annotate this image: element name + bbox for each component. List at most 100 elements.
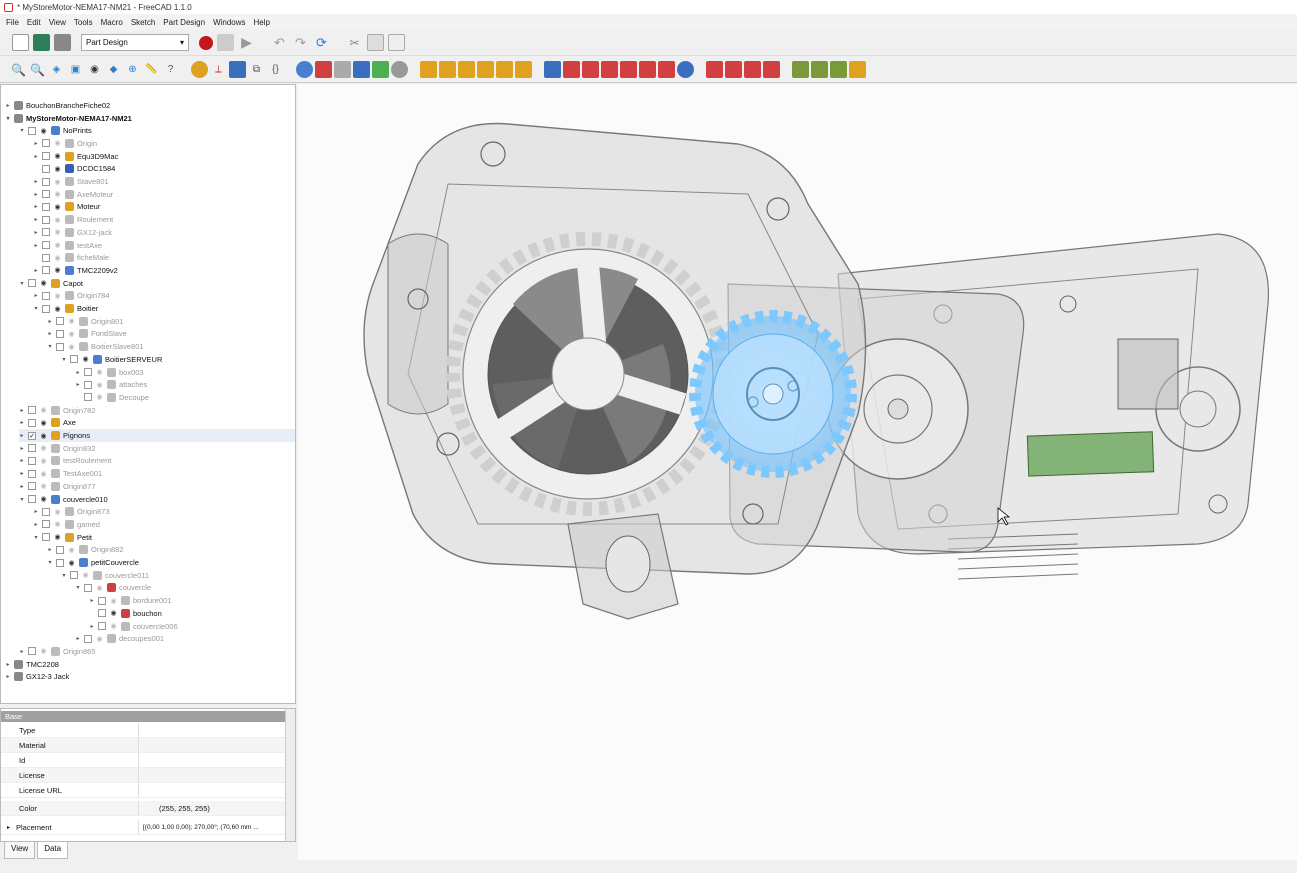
save-document-icon[interactable] [54, 34, 71, 51]
tree-item[interactable]: ▸ ✓ ◉ Pignons [19, 429, 295, 442]
visibility-checkbox[interactable] [42, 533, 50, 542]
expand-arrow-icon[interactable]: ▸ [5, 102, 11, 109]
visibility-checkbox[interactable] [84, 380, 92, 389]
expand-arrow-icon[interactable]: ▸ [19, 457, 25, 464]
expand-arrow-icon[interactable]: ▸ [89, 623, 95, 630]
eye-icon[interactable]: ◉ [53, 139, 62, 147]
chamfer-icon[interactable] [725, 61, 742, 78]
eye-icon[interactable]: ◉ [39, 470, 48, 478]
visibility-checkbox[interactable] [28, 456, 36, 465]
eye-icon[interactable]: ◉ [95, 381, 104, 389]
expand-arrow-icon[interactable]: ▸ [33, 267, 39, 274]
tree-item[interactable]: ▸ ◉ decoupes001 [75, 632, 164, 645]
tree-item[interactable]: ◉ bouchon [89, 607, 162, 620]
eye-icon[interactable]: ◉ [53, 533, 62, 541]
visibility-checkbox[interactable] [28, 126, 36, 135]
expand-arrow-icon[interactable]: ▸ [33, 508, 39, 515]
eye-icon[interactable]: ◉ [39, 444, 48, 452]
eye-icon[interactable]: ◉ [39, 406, 48, 414]
body-icon[interactable]: {} [267, 61, 284, 78]
workbench-selector[interactable]: Part Design ▾ [81, 34, 189, 51]
expand-arrow-icon[interactable]: ▸ [33, 292, 39, 299]
collapse-arrow-icon[interactable]: ▾ [61, 356, 67, 363]
menu-help[interactable]: Help [254, 18, 270, 27]
subtractive-pipe-icon[interactable] [620, 61, 637, 78]
eye-icon[interactable]: ◉ [53, 305, 62, 313]
measure-icon[interactable]: 📏 [143, 61, 160, 78]
expand-arrow-icon[interactable]: ▸ [33, 191, 39, 198]
eye-icon[interactable]: ◉ [39, 647, 48, 655]
visibility-checkbox[interactable] [28, 495, 36, 504]
create-sketch-icon[interactable] [315, 61, 332, 78]
property-row[interactable]: Material [1, 738, 285, 753]
3d-viewport[interactable] [298, 84, 1297, 860]
tree-item[interactable]: ▸ ◉ bordure001 [89, 594, 171, 607]
tree-item[interactable]: ▾ ◉ couvercle011 [61, 569, 149, 582]
eye-icon[interactable]: ◉ [53, 203, 62, 211]
eye-icon[interactable]: ◉ [95, 584, 104, 592]
expand-arrow-icon[interactable]: ▸ [33, 178, 39, 185]
property-row[interactable]: Type [1, 723, 285, 738]
visibility-checkbox[interactable] [84, 368, 92, 377]
eye-icon[interactable]: ◉ [95, 368, 104, 376]
tree-item[interactable]: ▸ ◉ testRoulement [19, 455, 111, 468]
create-datum-icon[interactable]: ⟂ [210, 61, 227, 78]
eye-icon[interactable]: ◉ [67, 559, 76, 567]
eye-icon[interactable]: ◉ [53, 165, 62, 173]
eye-icon[interactable]: ◉ [81, 571, 90, 579]
menu-tools[interactable]: Tools [74, 18, 93, 27]
open-document-icon[interactable] [33, 34, 50, 51]
expand-arrow-icon[interactable]: ▸ [33, 242, 39, 249]
visibility-checkbox[interactable] [42, 190, 50, 199]
visibility-checkbox[interactable] [42, 228, 50, 237]
zoom-icon[interactable]: ⊕ [124, 61, 141, 78]
multi-transform-icon[interactable] [849, 61, 866, 78]
collapse-arrow-icon[interactable]: ▾ [47, 559, 53, 566]
tree-item[interactable]: ▸ ◉ TMC2209v2 [33, 264, 118, 277]
tree-item[interactable]: ▾ ◉ BoitierSlave801 [47, 340, 144, 353]
visibility-checkbox[interactable] [98, 622, 106, 631]
expand-arrow-icon[interactable]: ▸ [19, 432, 25, 439]
expand-arrow-icon[interactable]: ▸ [75, 381, 81, 388]
tree-item[interactable]: ▾ ◉ BoitierSERVEUR [61, 353, 162, 366]
tree-item[interactable]: ▾ ◉ petitCouvercle [47, 556, 139, 569]
tree-item[interactable]: ▾ ◉ Petit [33, 531, 92, 544]
tree-item[interactable]: ▾ ◉ Capot [19, 277, 83, 290]
tree-item[interactable]: ▸ ◉ Origin832 [19, 442, 96, 455]
eye-icon[interactable]: ◉ [39, 127, 48, 135]
tree-item[interactable]: ▸ ◉ Moteur [33, 201, 100, 214]
visibility-checkbox[interactable] [70, 571, 78, 580]
menu-part-design[interactable]: Part Design [163, 18, 205, 27]
eye-icon[interactable]: ◉ [53, 292, 62, 300]
expand-arrow-icon[interactable]: ▸ [19, 648, 25, 655]
expand-arrow-icon[interactable]: ▸ [19, 483, 25, 490]
validate-sketch-icon[interactable] [334, 61, 351, 78]
expand-arrow-icon[interactable]: ▸ [19, 407, 25, 414]
paste-icon[interactable] [388, 34, 405, 51]
tree-item[interactable]: ▸ ◉ Origin782 [19, 404, 96, 417]
tree-item[interactable]: ▾ ◉ couvercle010 [19, 493, 108, 506]
eye-icon[interactable]: ◉ [53, 216, 62, 224]
refresh-icon[interactable]: ⟳ [313, 34, 330, 51]
visibility-checkbox[interactable] [42, 202, 50, 211]
additive-helix-icon[interactable] [496, 61, 513, 78]
eye-icon[interactable]: ◉ [39, 495, 48, 503]
menu-sketch[interactable]: Sketch [131, 18, 155, 27]
tree-item[interactable]: ▸ ◉ Axe [19, 417, 76, 430]
collapse-arrow-icon[interactable]: ▾ [75, 584, 81, 591]
groove-icon[interactable] [582, 61, 599, 78]
visibility-checkbox[interactable] [42, 139, 50, 148]
expand-arrow-icon[interactable]: ▸ [19, 470, 25, 477]
tree-item[interactable]: ▸ ◉ Origin784 [33, 290, 110, 303]
collapse-arrow-icon[interactable]: ▾ [19, 496, 25, 503]
tree-item[interactable]: ◉ DCDC1584 [33, 163, 115, 176]
property-row[interactable]: License URL [1, 783, 285, 798]
tree-item[interactable]: ▸ ◉ gamed [33, 518, 100, 531]
eye-icon[interactable]: ◉ [53, 508, 62, 516]
collapse-arrow-icon[interactable]: ▾ [5, 115, 11, 122]
tree-item[interactable]: ▸ GX12-3 Jack [5, 671, 69, 684]
tree-item[interactable]: ▾ MyStoreMotor-NEMA17-NM21 [5, 112, 132, 125]
visibility-checkbox[interactable] [42, 266, 50, 275]
tree-item[interactable]: ▸ ◉ Origin877 [19, 480, 96, 493]
mirrored-icon[interactable] [792, 61, 809, 78]
